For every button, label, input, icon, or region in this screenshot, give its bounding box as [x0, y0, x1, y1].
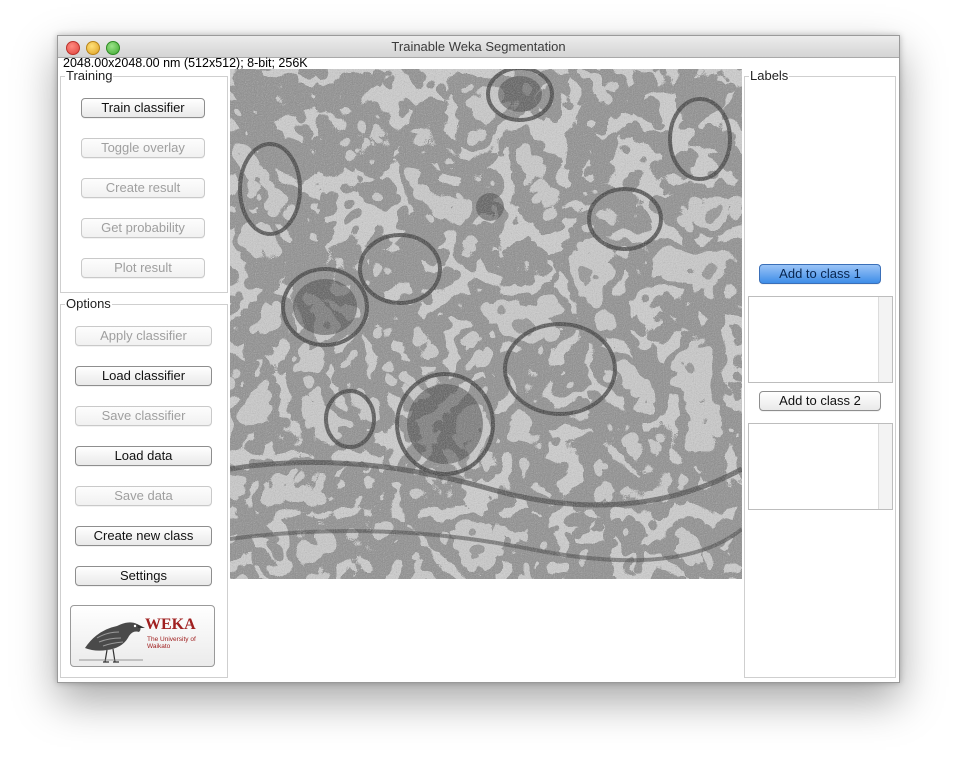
weka-bird-icon	[79, 622, 145, 663]
labels-panel: Labels Add to class 1 Add to class 2	[744, 68, 896, 678]
training-panel: Training Train classifier Toggle overlay…	[60, 68, 228, 293]
settings-button[interactable]: Settings	[75, 566, 212, 586]
image-canvas[interactable]	[230, 69, 742, 579]
weka-window: Trainable Weka Segmentation 2048.00x2048…	[57, 35, 900, 683]
em-micrograph-image[interactable]	[230, 69, 742, 579]
add-to-class-2-button[interactable]: Add to class 2	[759, 391, 881, 411]
add-to-class-1-button[interactable]: Add to class 1	[759, 264, 881, 284]
load-data-button[interactable]: Load data	[75, 446, 212, 466]
training-panel-title: Training	[65, 68, 114, 84]
plot-result-button[interactable]: Plot result	[81, 258, 205, 278]
apply-classifier-button[interactable]: Apply classifier	[75, 326, 212, 346]
save-data-button[interactable]: Save data	[75, 486, 212, 506]
train-classifier-button[interactable]: Train classifier	[81, 98, 205, 118]
toggle-overlay-button[interactable]: Toggle overlay	[81, 138, 205, 158]
class-1-list-scrollbar[interactable]	[878, 297, 892, 382]
create-result-button[interactable]: Create result	[81, 178, 205, 198]
get-probability-button[interactable]: Get probability	[81, 218, 205, 238]
save-classifier-button[interactable]: Save classifier	[75, 406, 212, 426]
options-panel-title: Options	[65, 296, 112, 312]
zoom-window-button[interactable]	[106, 41, 120, 55]
load-classifier-button[interactable]: Load classifier	[75, 366, 212, 386]
title-bar[interactable]: Trainable Weka Segmentation	[58, 36, 899, 58]
labels-panel-title: Labels	[749, 68, 790, 84]
class-2-list-scrollbar[interactable]	[878, 424, 892, 509]
create-new-class-button[interactable]: Create new class	[75, 526, 212, 546]
close-window-button[interactable]	[66, 41, 80, 55]
minimize-window-button[interactable]	[86, 41, 100, 55]
weka-logo-subtitle: The University of Waikato	[147, 636, 196, 650]
weka-logo-button[interactable]: WEKA The University of Waikato	[70, 605, 215, 667]
weka-logo-text: WEKA	[145, 616, 196, 633]
window-title: Trainable Weka Segmentation	[391, 39, 566, 54]
class-1-trace-list[interactable]	[748, 296, 893, 383]
class-2-trace-list[interactable]	[748, 423, 893, 510]
